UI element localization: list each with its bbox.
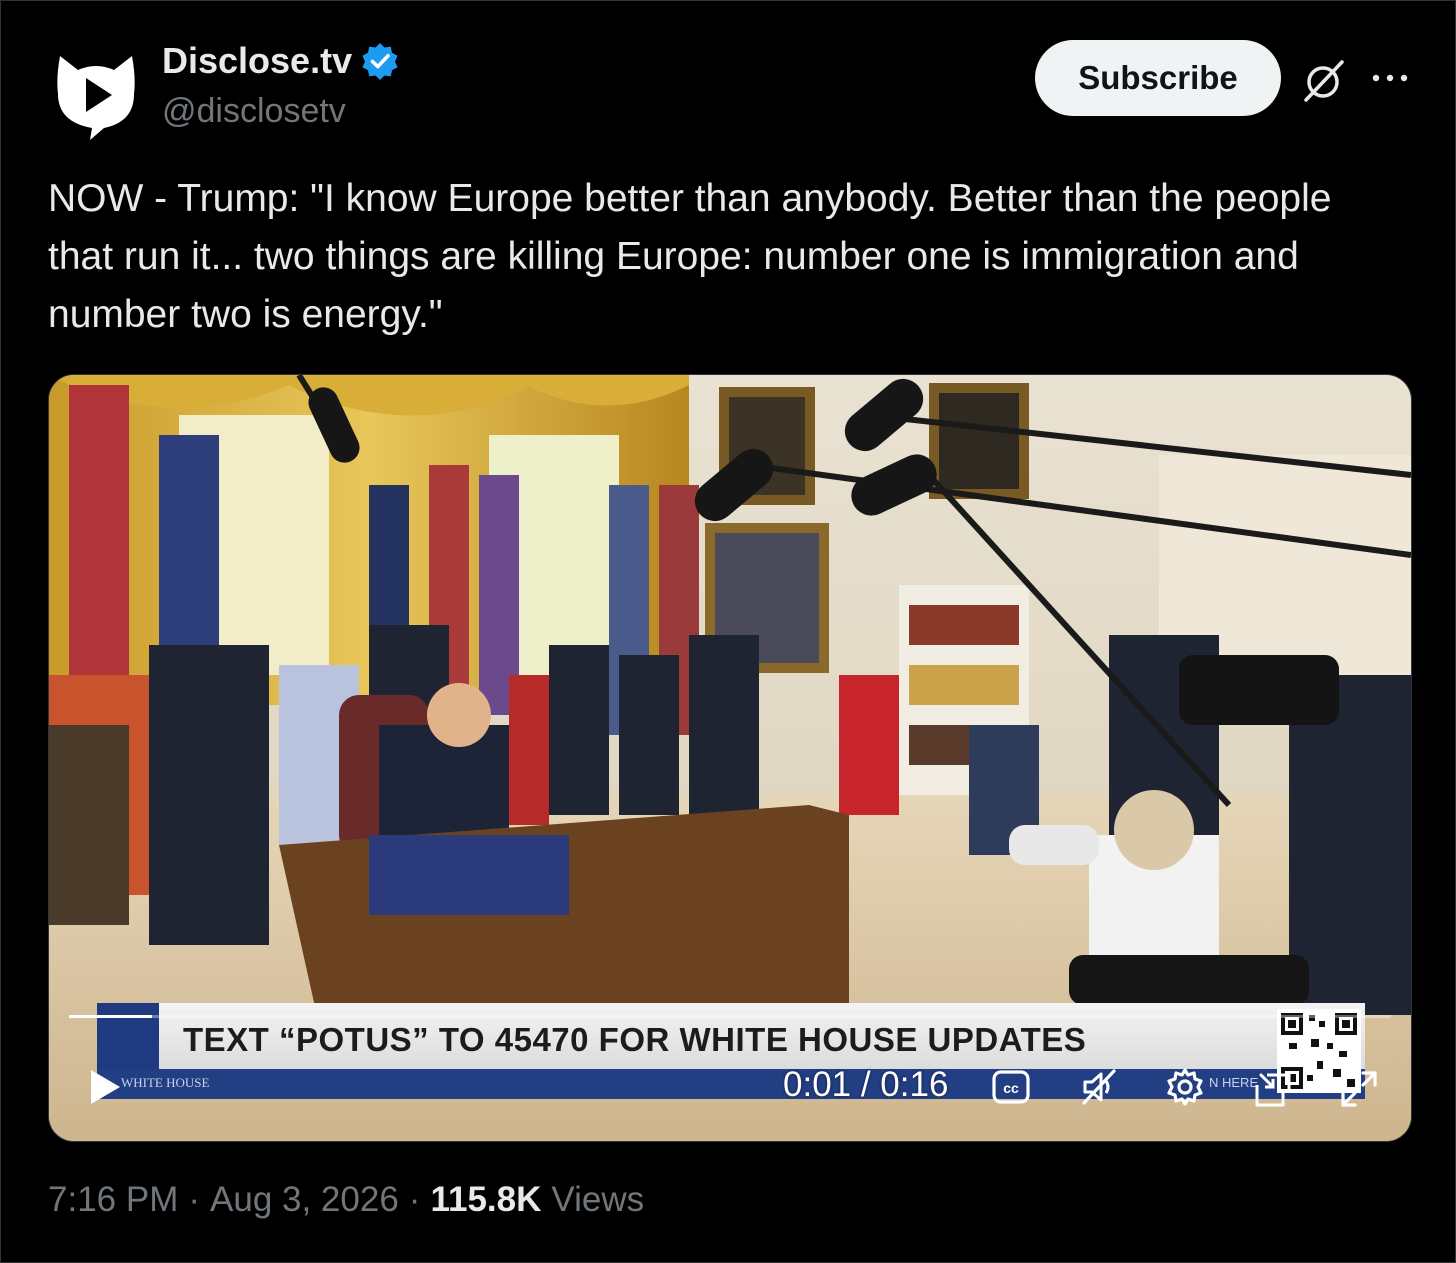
more-icon[interactable] — [1368, 60, 1412, 96]
avatar[interactable] — [50, 48, 142, 140]
video-progress-track[interactable] — [69, 1015, 1391, 1018]
tweet-meta: 7:16 PM · Aug 3, 2026 · 115.8K Views — [48, 1180, 644, 1220]
play-icon[interactable] — [87, 1067, 123, 1107]
author-name-row[interactable]: Disclose.tv — [162, 40, 400, 82]
author-name[interactable]: Disclose.tv — [162, 40, 352, 82]
svg-text:cc: cc — [1003, 1080, 1019, 1096]
grok-icon[interactable] — [1298, 56, 1348, 106]
views-label: Views — [551, 1180, 645, 1219]
video-time: 0:01 / 0:16 — [783, 1065, 949, 1104]
tweet-time[interactable]: 7:16 PM — [48, 1180, 178, 1220]
video-player[interactable]: TEXT “POTUS” TO 45470 FOR WHITE HOUSE UP… — [48, 374, 1412, 1142]
author-handle[interactable]: @disclosetv — [162, 92, 346, 131]
tweet-text: NOW - Trump: "I know Europe better than … — [48, 177, 1332, 336]
meta-separator: · — [408, 1180, 421, 1219]
views-count: 115.8K — [430, 1180, 542, 1219]
tweet-date[interactable]: Aug 3, 2026 — [210, 1180, 399, 1220]
video-progress-fill — [69, 1015, 152, 1018]
captions-icon[interactable]: cc — [991, 1069, 1031, 1105]
corner-label: N HERE — [1209, 1075, 1259, 1090]
subscribe-button[interactable]: Subscribe — [1035, 40, 1281, 116]
settings-gear-icon[interactable] — [1165, 1067, 1205, 1107]
fullscreen-icon[interactable] — [1339, 1069, 1379, 1109]
verified-badge-icon — [362, 43, 398, 80]
picture-in-picture-icon[interactable] — [1253, 1069, 1293, 1109]
muted-speaker-icon[interactable] — [1079, 1067, 1119, 1107]
meta-separator: · — [188, 1180, 201, 1219]
white-house-seal-icon — [97, 1003, 159, 1069]
video-banner-text: TEXT “POTUS” TO 45470 FOR WHITE HOUSE UP… — [183, 1021, 1087, 1058]
network-label: WHITE HOUSE — [121, 1075, 210, 1090]
